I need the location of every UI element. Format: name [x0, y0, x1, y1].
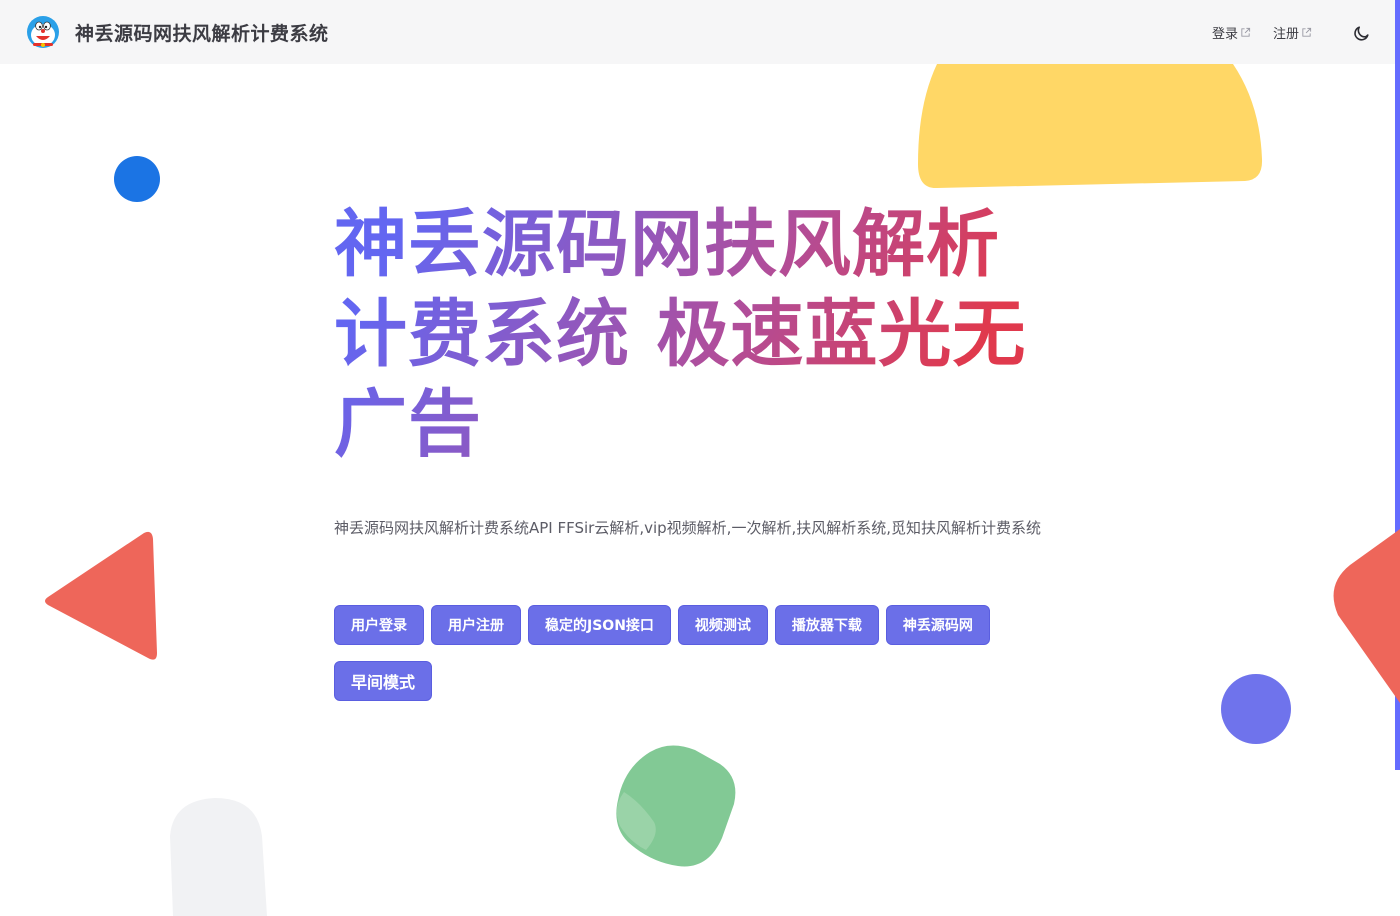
user-register-button[interactable]: 用户注册 [431, 605, 521, 645]
nav-link-register[interactable]: 注册 [1273, 23, 1312, 42]
morning-mode-button[interactable]: 早间模式 [334, 661, 433, 701]
red-triangle-shape [45, 531, 157, 660]
doraemon-logo-icon[interactable] [26, 15, 60, 49]
external-link-icon [1241, 27, 1251, 37]
yellow-blob-shape [918, 64, 1263, 189]
nav-link-login[interactable]: 登录 [1212, 23, 1251, 42]
hero-title: 神丢源码网扶风解析计费系统 极速蓝光无广告 [334, 200, 1034, 470]
grey-pill-shape [170, 798, 267, 916]
user-login-button[interactable]: 用户登录 [334, 605, 424, 645]
purple-dot-shape [1221, 674, 1291, 744]
nav-link-register-label: 注册 [1272, 27, 1299, 42]
json-api-button[interactable]: 稳定的JSON接口 [528, 605, 671, 645]
moon-icon[interactable] [1353, 24, 1371, 42]
navbar: 神丢源码网扶风解析计费系统 登录 注册 [0, 0, 1395, 64]
video-test-button[interactable]: 视频测试 [677, 605, 768, 645]
source-site-button[interactable]: 神丢源码网 [885, 605, 990, 645]
external-link-icon [1302, 27, 1312, 37]
site-title[interactable]: 神丢源码网扶风解析计费系统 [75, 19, 329, 46]
player-download-button[interactable]: 播放器下载 [774, 605, 879, 645]
nav-links: 登录 注册 [1212, 23, 1312, 42]
blue-dot-shape [114, 156, 160, 202]
nav-link-login-label: 登录 [1211, 27, 1238, 42]
hero-actions: 用户登录 用户注册 稳定的JSON接口 视频测试 播放器下载 神丢源码网 早间模… [334, 605, 1034, 701]
hero-description: 神丢源码网扶风解析计费系统API FFSir云解析,vip视频解析,一次解析,扶… [334, 519, 1041, 537]
green-blob-shape [616, 745, 736, 867]
red-edge-shape [1333, 529, 1400, 703]
